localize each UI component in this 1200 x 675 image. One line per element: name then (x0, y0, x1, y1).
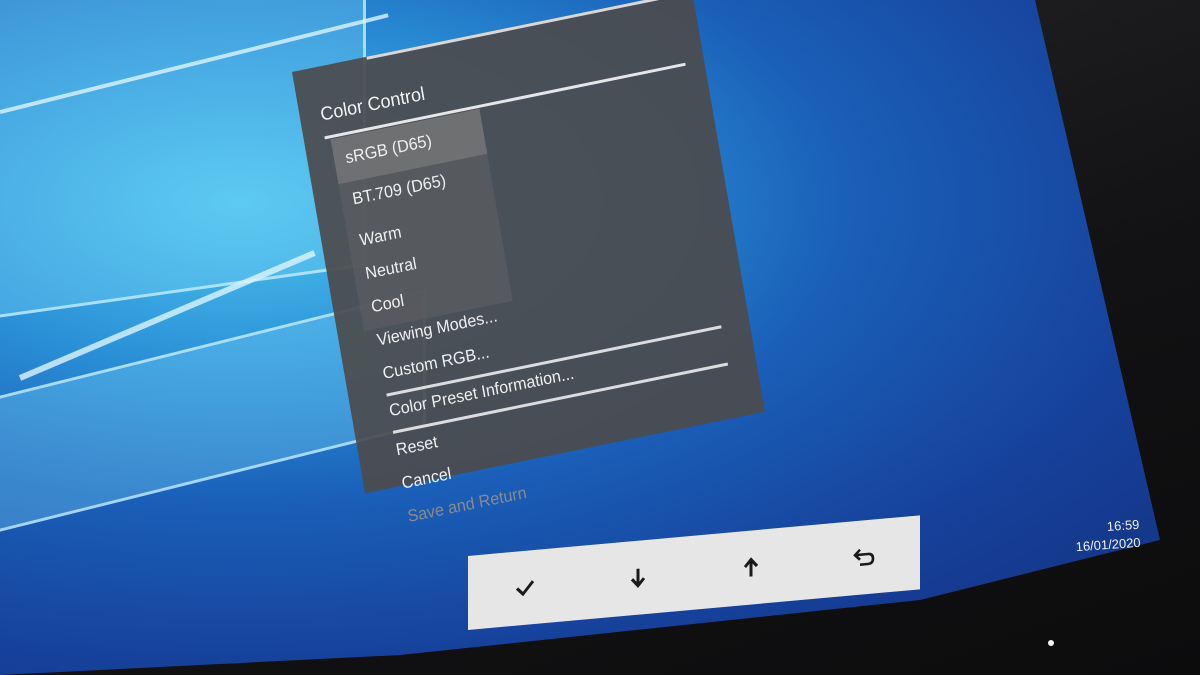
osd-menu: Color Control sRGB (D65) BT.709 (D65) Wa… (292, 0, 765, 526)
checkmark-icon (515, 580, 534, 597)
menu-item-reset[interactable]: Reset (394, 432, 439, 460)
return-icon (852, 548, 874, 567)
arrow-down-icon (630, 568, 645, 589)
confirm-button[interactable] (495, 565, 555, 610)
back-button[interactable] (834, 535, 894, 580)
down-button[interactable] (608, 555, 668, 600)
arrow-up-icon (743, 557, 758, 577)
clock: 16:59 16/01/2020 (1074, 516, 1141, 556)
power-led (1048, 640, 1054, 646)
up-button[interactable] (721, 545, 781, 590)
